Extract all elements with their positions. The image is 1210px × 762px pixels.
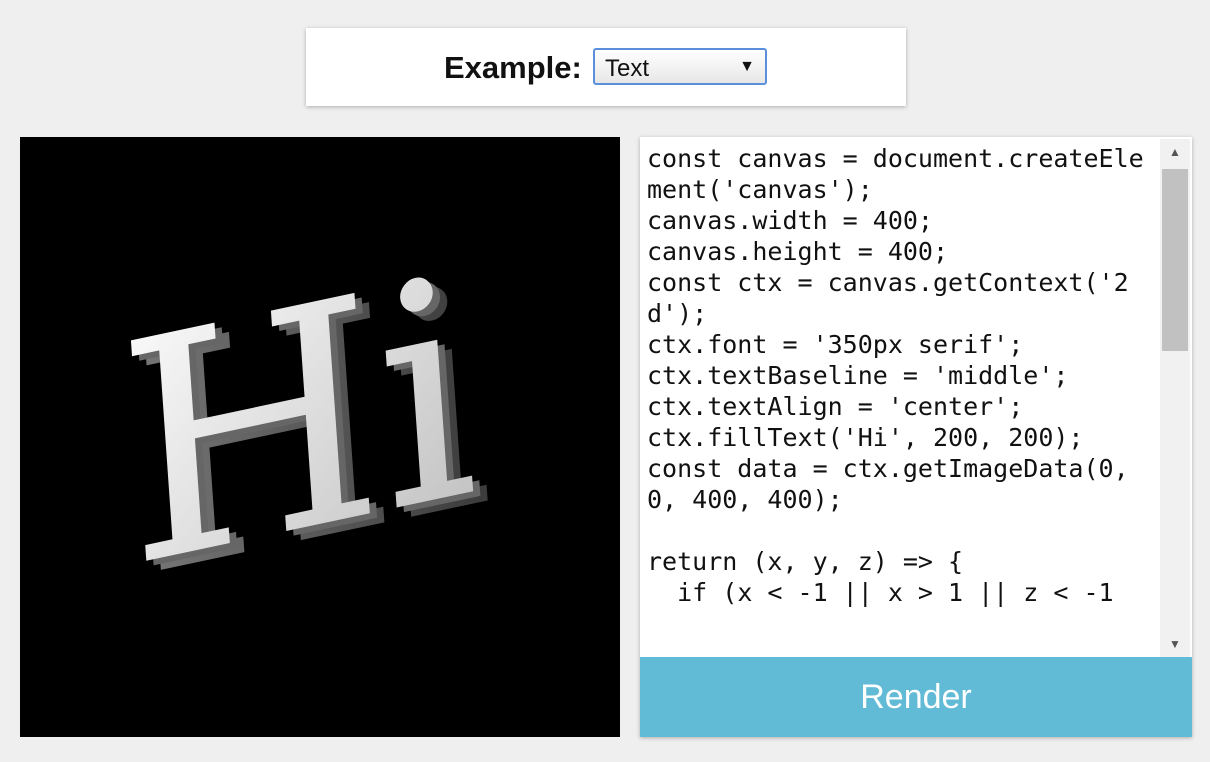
rendered-3d-text: Hi Hi Hi [111,210,500,645]
scroll-down-icon[interactable]: ▼ [1160,631,1190,657]
example-label: Example: [444,50,582,85]
example-toolbar: Example: Text ▼ [306,28,906,106]
code-content[interactable]: const canvas = document.createElement('c… [640,137,1152,608]
code-textarea[interactable]: const canvas = document.createElement('c… [640,137,1160,657]
code-editor: const canvas = document.createElement('c… [640,137,1192,737]
render-button[interactable]: Render [640,657,1192,737]
render-viewport[interactable]: Hi Hi Hi [20,137,620,737]
scroll-up-icon[interactable]: ▲ [1160,139,1190,165]
example-select-value: Text [605,55,650,82]
example-select[interactable]: Text ▼ [593,48,767,85]
text-face: Hi [111,210,485,636]
triangle-down-icon: ▼ [739,58,755,75]
code-scrollbar[interactable]: ▲ ▼ [1160,139,1190,657]
scroll-thumb[interactable] [1162,169,1188,351]
